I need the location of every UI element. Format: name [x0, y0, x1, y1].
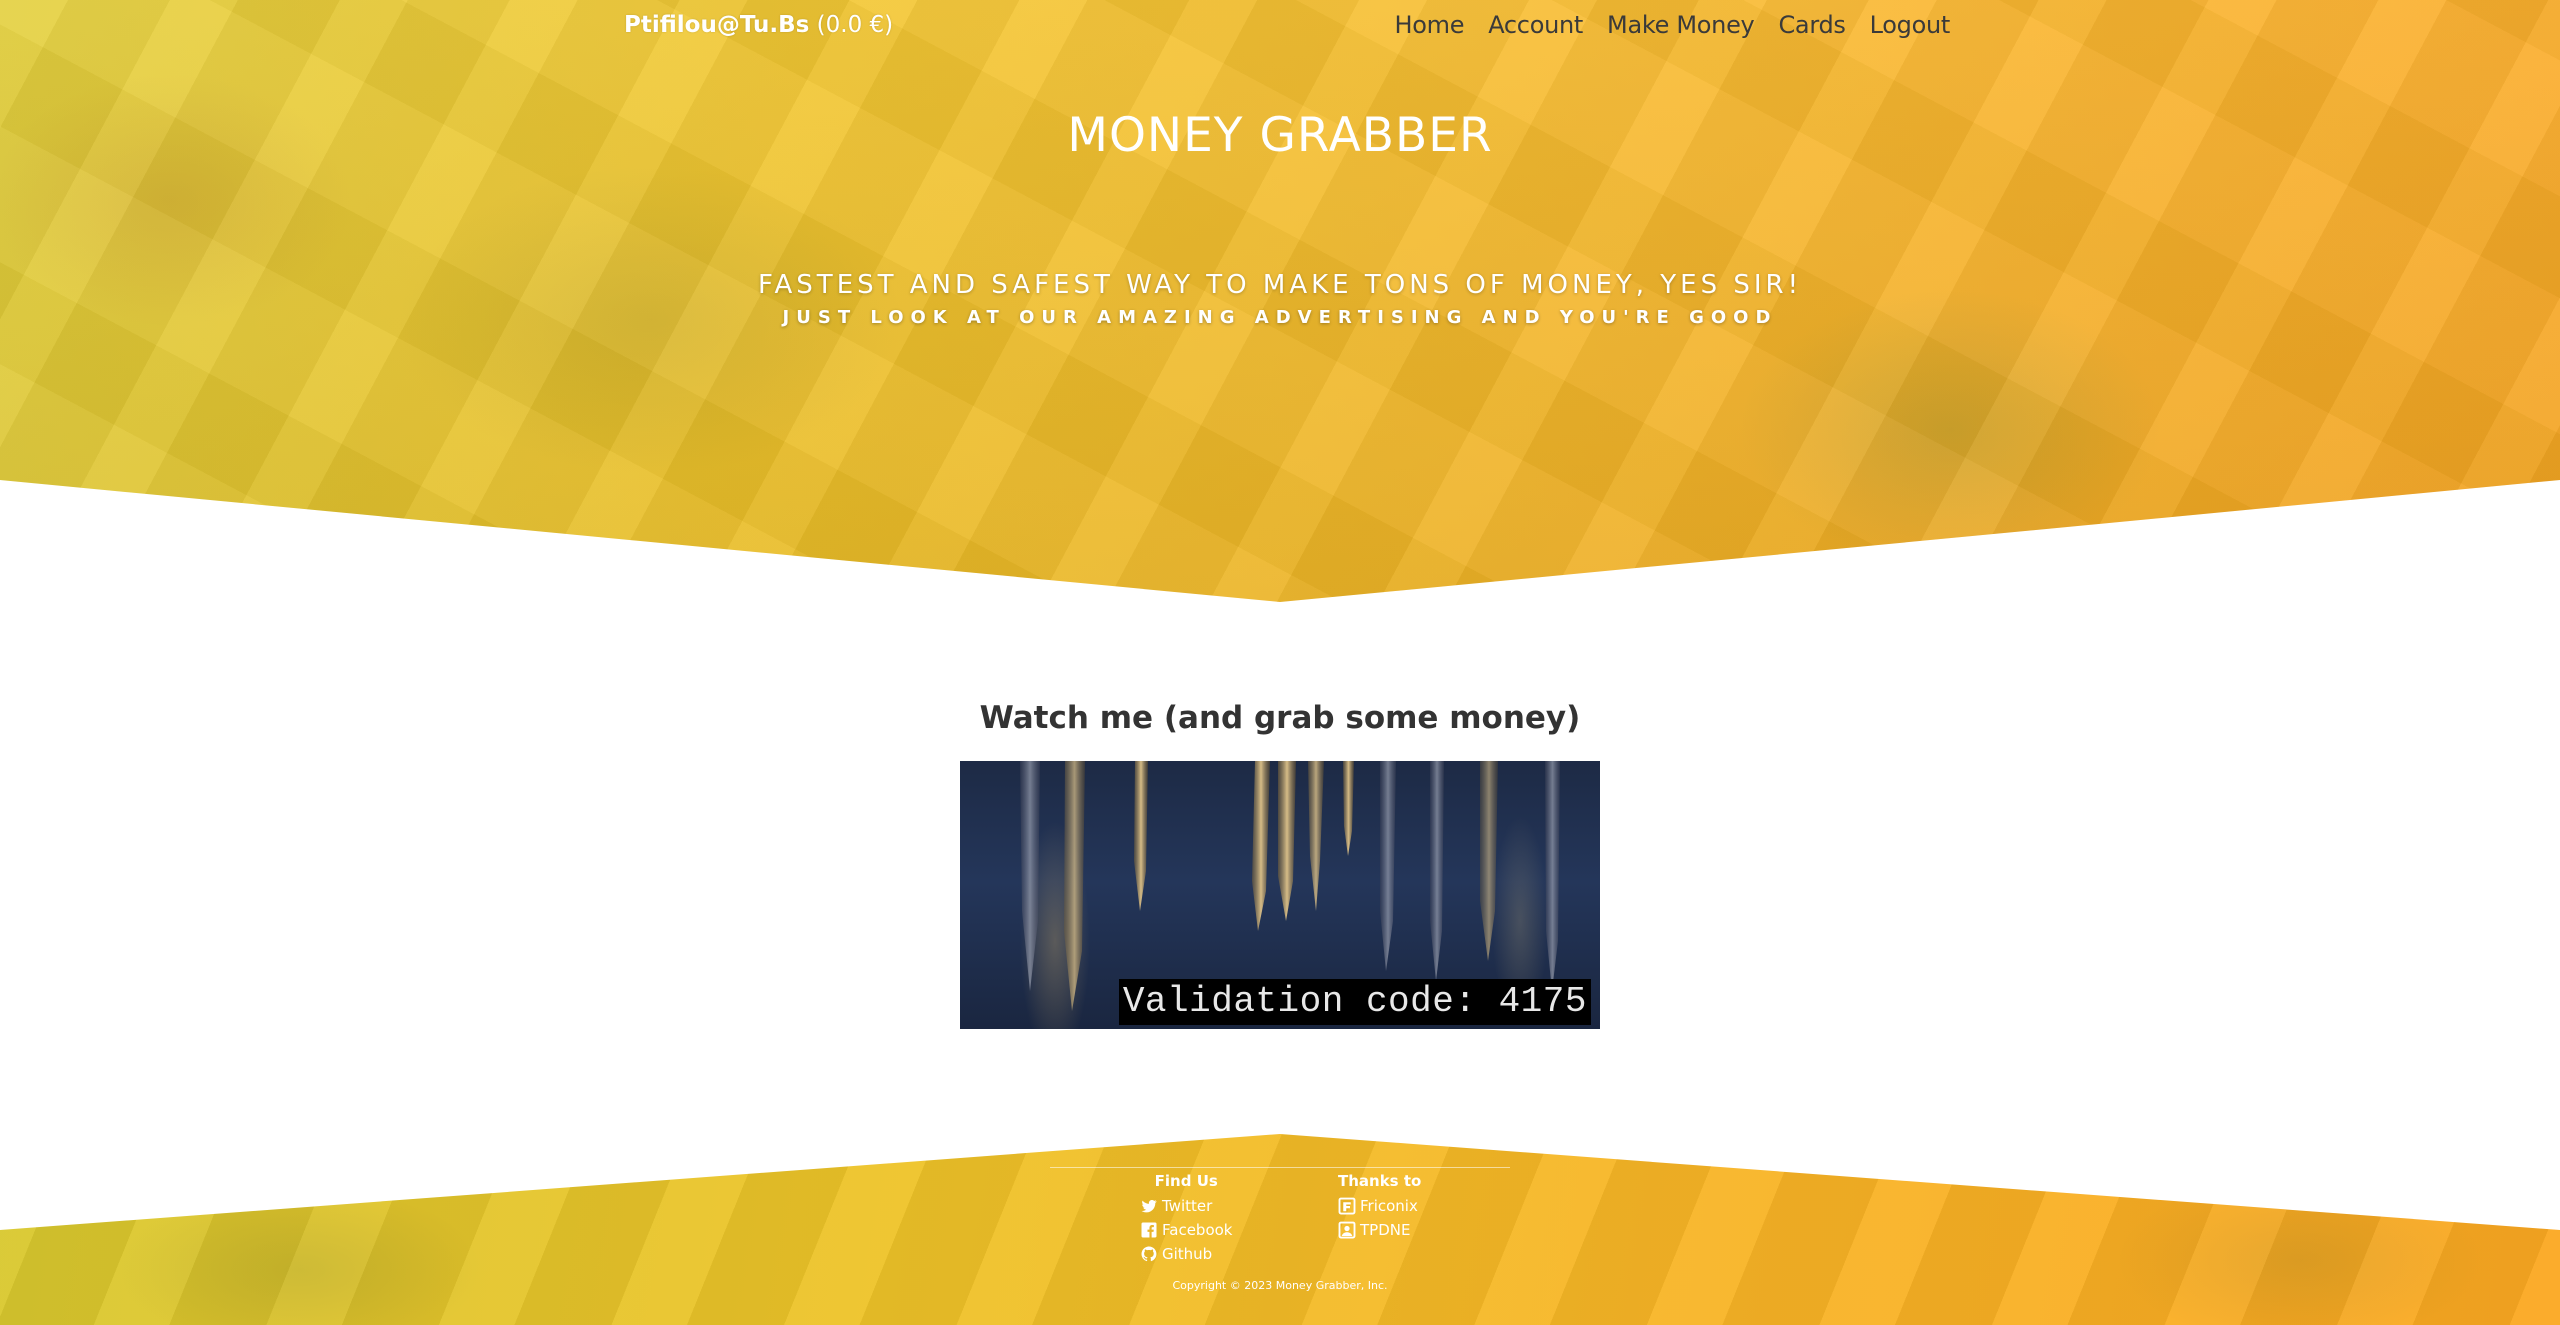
nav-item-logout: Logout — [1870, 11, 1951, 39]
nav-item-account: Account — [1488, 11, 1583, 39]
validation-code-overlay: Validation code: 4175 — [1118, 979, 1591, 1025]
footer-thanks-to: Thanks to Friconix TPDNE — [1338, 1172, 1421, 1242]
footer-link-facebook[interactable]: Facebook — [1140, 1218, 1232, 1242]
footer-link-twitter[interactable]: Twitter — [1140, 1194, 1232, 1218]
friconix-icon — [1338, 1197, 1356, 1215]
hero-tagline: FASTEST AND SAFEST WAY TO MAKE TONS OF M… — [757, 270, 1803, 300]
hero-banner — [0, 0, 2560, 602]
hero-subtagline: JUST LOOK AT OUR AMAZING ADVERTISING AND… — [782, 307, 1778, 328]
footer-find-us-title: Find Us — [1154, 1172, 1218, 1190]
nav-item-home: Home — [1395, 11, 1465, 39]
footer-link-github-label: Github — [1162, 1245, 1213, 1263]
facebook-icon — [1141, 1222, 1157, 1238]
nav-item-cards: Cards — [1778, 11, 1845, 39]
top-navbar: Ptifilou@Tu.Bs (0.0 €) Home Account Make… — [0, 0, 2560, 54]
brand-account-link[interactable]: Ptifilou@Tu.Bs (0.0 €) — [624, 12, 893, 38]
footer-banner — [0, 1134, 2560, 1325]
footer-divider — [1050, 1167, 1510, 1168]
github-icon — [1141, 1246, 1157, 1262]
footer-link-facebook-label: Facebook — [1162, 1221, 1233, 1239]
footer-link-friconix-label: Friconix — [1360, 1197, 1418, 1215]
footer-copyright: Copyright © 2023 Money Grabber, Inc. — [1172, 1279, 1388, 1292]
ad-video-player[interactable]: Validation code: 4175 — [960, 761, 1600, 1029]
footer-link-twitter-label: Twitter — [1162, 1197, 1213, 1215]
brand-balance: (0.0 €) — [816, 12, 894, 38]
nav-item-make-money: Make Money — [1607, 11, 1755, 39]
nav-link-account[interactable]: Account — [1488, 11, 1583, 39]
nav-link-make-money[interactable]: Make Money — [1607, 11, 1755, 39]
nav-link-home[interactable]: Home — [1395, 11, 1465, 39]
watch-heading: Watch me (and grab some money) — [979, 700, 1581, 736]
footer-link-tpdne-label: TPDNE — [1360, 1221, 1411, 1239]
footer-find-us: Find Us Twitter Facebook Github — [1140, 1172, 1232, 1266]
footer-link-friconix[interactable]: Friconix — [1338, 1194, 1421, 1218]
nav-links: Home Account Make Money Cards Logout — [1395, 11, 1951, 39]
twitter-icon — [1141, 1199, 1157, 1213]
brand-user-email: Ptifilou@Tu.Bs — [624, 12, 810, 38]
footer-link-github[interactable]: Github — [1140, 1242, 1232, 1266]
tpdne-icon — [1338, 1221, 1356, 1239]
nav-link-logout[interactable]: Logout — [1870, 11, 1951, 39]
footer-link-tpdne[interactable]: TPDNE — [1338, 1218, 1421, 1242]
site-title: MONEY GRABBER — [1067, 108, 1493, 163]
footer-thanks-to-title: Thanks to — [1338, 1172, 1422, 1190]
nav-link-cards[interactable]: Cards — [1778, 11, 1845, 39]
